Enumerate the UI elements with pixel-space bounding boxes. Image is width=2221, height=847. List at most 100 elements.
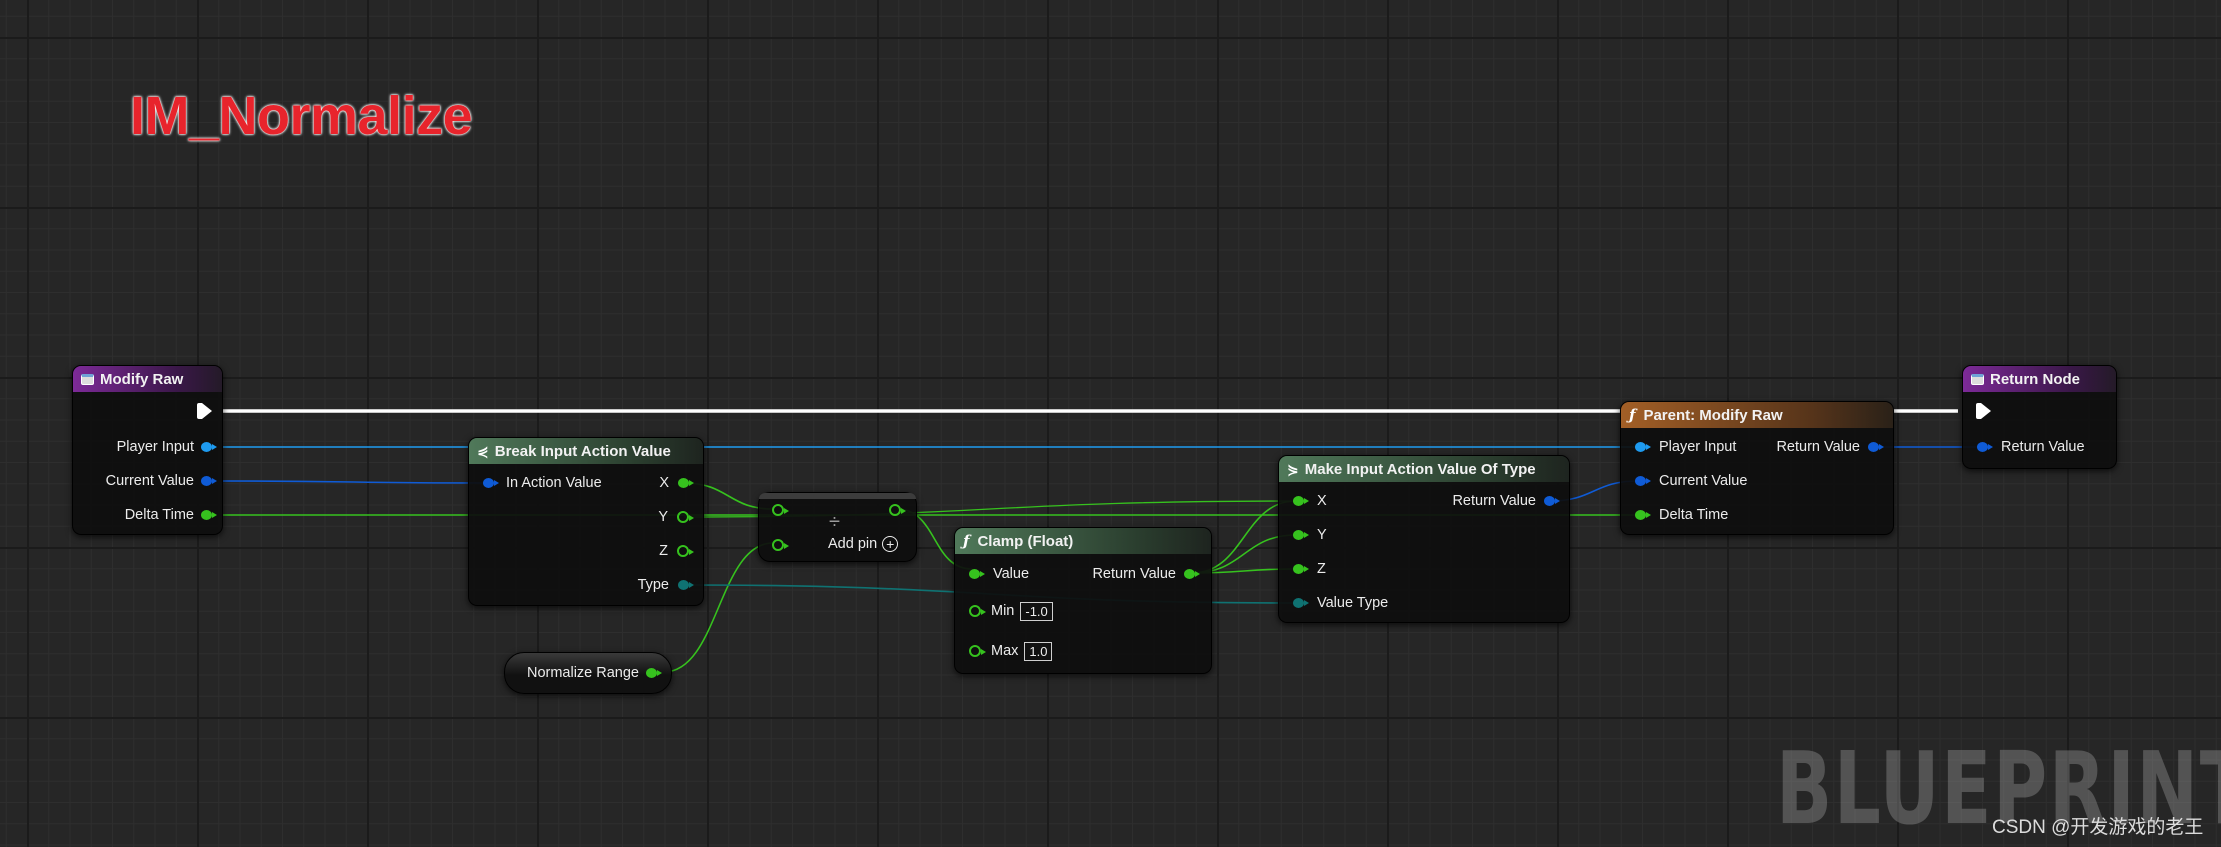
enum-pin-icon[interactable]	[1293, 598, 1309, 608]
exec-out-pin[interactable]	[197, 401, 212, 421]
pin-return-value[interactable]: Return Value	[1452, 491, 1560, 511]
node-break-input-action-value[interactable]: ⋞ Break Input Action Value In Action Val…	[468, 437, 704, 606]
vector-pin-icon[interactable]	[483, 478, 499, 488]
pin-delta-time[interactable]: Delta Time	[124, 505, 217, 525]
pin-label: Return Value	[1092, 566, 1176, 582]
function-entry-icon	[81, 373, 94, 385]
node-normalize-range[interactable]: Normalize Range	[504, 652, 672, 694]
max-input[interactable]: 1.0	[1024, 641, 1053, 661]
pin-label: Min	[991, 603, 1015, 619]
pin-label: X	[659, 475, 669, 491]
pin-label: Delta Time	[124, 507, 194, 523]
pin-label: Y	[1317, 527, 1327, 543]
pin-value-type[interactable]: Value Type	[1293, 593, 1388, 613]
pin-result[interactable]	[889, 503, 906, 521]
pin-label: Delta Time	[1659, 507, 1729, 523]
pin-player-input[interactable]: Player Input	[1635, 437, 1736, 457]
node-title: Break Input Action Value	[494, 442, 671, 460]
pin-label: X	[1317, 493, 1327, 509]
vector-pin-icon[interactable]	[1977, 442, 1993, 452]
pin-label: Player Input	[116, 439, 194, 455]
pin-label: Current Value	[105, 473, 194, 489]
float-pin-icon[interactable]	[201, 510, 217, 520]
pin-type[interactable]: Type	[637, 575, 694, 595]
pin-player-input[interactable]: Player Input	[116, 437, 217, 457]
pin-y[interactable]: Y	[1293, 525, 1327, 545]
add-pin-button[interactable]: Add pin +	[828, 534, 899, 554]
make-struct-icon: ⋟	[1287, 460, 1299, 477]
pin-normalize-range[interactable]: Normalize Range	[526, 663, 662, 683]
pin-label: In Action Value	[506, 475, 602, 491]
pin-x[interactable]: X	[659, 473, 694, 493]
function-entry-icon	[1971, 373, 1984, 385]
pin-max[interactable]: Max 1.0	[969, 641, 1053, 661]
exec-in-pin[interactable]	[1976, 401, 1991, 421]
pin-label: Player Input	[1659, 439, 1737, 455]
float-pin-icon[interactable]	[969, 605, 986, 617]
pin-label: Normalize Range	[526, 665, 639, 681]
node-make-input-action-value-of-type[interactable]: ⋟ Make Input Action Value Of Type X Retu…	[1278, 455, 1570, 623]
pin-label: Max	[991, 643, 1019, 659]
min-input[interactable]: -1.0	[1020, 601, 1053, 621]
pin-label: Type	[637, 577, 669, 593]
pin-label: Value Type	[1317, 595, 1389, 611]
pin-label: Y	[658, 509, 668, 525]
wire-current-value[interactable]	[221, 480, 487, 484]
pin-return-value[interactable]: Return Value	[1092, 564, 1200, 584]
float-pin-icon[interactable]	[1184, 569, 1200, 579]
pin-y[interactable]: Y	[658, 507, 694, 527]
node-title: Return Node	[1990, 370, 2080, 388]
plus-circle-icon: +	[882, 536, 899, 552]
node-title: Make Input Action Value Of Type	[1304, 460, 1536, 478]
node-return-node[interactable]: Return Node Return Value	[1962, 365, 2117, 469]
float-pin-icon[interactable]	[677, 511, 694, 523]
pin-b[interactable]	[772, 538, 789, 556]
node-divide[interactable]: ÷ Add pin +	[758, 492, 917, 562]
node-clamp-float[interactable]: ƒ Clamp (Float) Value Return Value Min -…	[954, 527, 1212, 674]
node-header: Return Node	[1963, 366, 2116, 392]
node-title: Clamp (Float)	[977, 532, 1074, 550]
pin-return-value[interactable]: Return Value	[1776, 437, 1884, 457]
pin-label: Z	[659, 543, 668, 559]
float-pin-icon[interactable]	[1293, 530, 1309, 540]
float-pin-icon[interactable]	[1635, 510, 1651, 520]
vector-pin-icon[interactable]	[1868, 442, 1884, 452]
pin-z[interactable]: Z	[1293, 559, 1326, 579]
node-header	[759, 493, 916, 499]
pin-current-value[interactable]: Current Value	[105, 471, 217, 491]
vector-pin-icon[interactable]	[201, 476, 217, 486]
function-icon: ƒ	[963, 532, 970, 550]
node-header: ƒ Parent: Modify Raw	[1621, 402, 1893, 428]
float-pin-icon[interactable]	[677, 545, 694, 557]
float-pin-icon[interactable]	[646, 668, 662, 678]
pin-current-value[interactable]: Current Value	[1635, 471, 1747, 491]
vector-pin-icon[interactable]	[1544, 496, 1560, 506]
float-pin-icon[interactable]	[1293, 496, 1309, 506]
float-pin-icon[interactable]	[969, 645, 986, 657]
float-pin-icon[interactable]	[1293, 564, 1309, 574]
pin-value[interactable]: Value	[969, 564, 1029, 584]
node-title: Parent: Modify Raw	[1643, 406, 1783, 424]
pin-label: Return Value	[1776, 439, 1860, 455]
node-header: ƒ Clamp (Float)	[955, 528, 1211, 554]
float-pin-icon[interactable]	[678, 478, 694, 488]
pin-label: Current Value	[1659, 473, 1748, 489]
struct-pin-icon[interactable]	[201, 442, 217, 452]
vector-pin-icon[interactable]	[1635, 476, 1651, 486]
pin-x[interactable]: X	[1293, 491, 1327, 511]
node-header: ⋞ Break Input Action Value	[469, 438, 703, 464]
enum-pin-icon[interactable]	[678, 580, 694, 590]
pin-return-value[interactable]: Return Value	[1977, 437, 2085, 457]
pin-min[interactable]: Min -1.0	[969, 601, 1053, 621]
node-parent-modify-raw[interactable]: ƒ Parent: Modify Raw Player Input Return…	[1620, 401, 1894, 535]
struct-pin-icon[interactable]	[1635, 442, 1651, 452]
node-title: Modify Raw	[100, 370, 184, 388]
pin-a[interactable]	[772, 503, 789, 521]
pin-z[interactable]: Z	[659, 541, 694, 561]
node-header: ⋟ Make Input Action Value Of Type	[1279, 456, 1569, 482]
pin-delta-time[interactable]: Delta Time	[1635, 505, 1728, 525]
node-modify-raw[interactable]: Modify Raw Player Input Current Value De…	[72, 365, 223, 535]
float-pin-icon[interactable]	[969, 569, 985, 579]
divide-symbol: ÷	[829, 511, 840, 533]
pin-in-action-value[interactable]: In Action Value	[483, 473, 602, 493]
